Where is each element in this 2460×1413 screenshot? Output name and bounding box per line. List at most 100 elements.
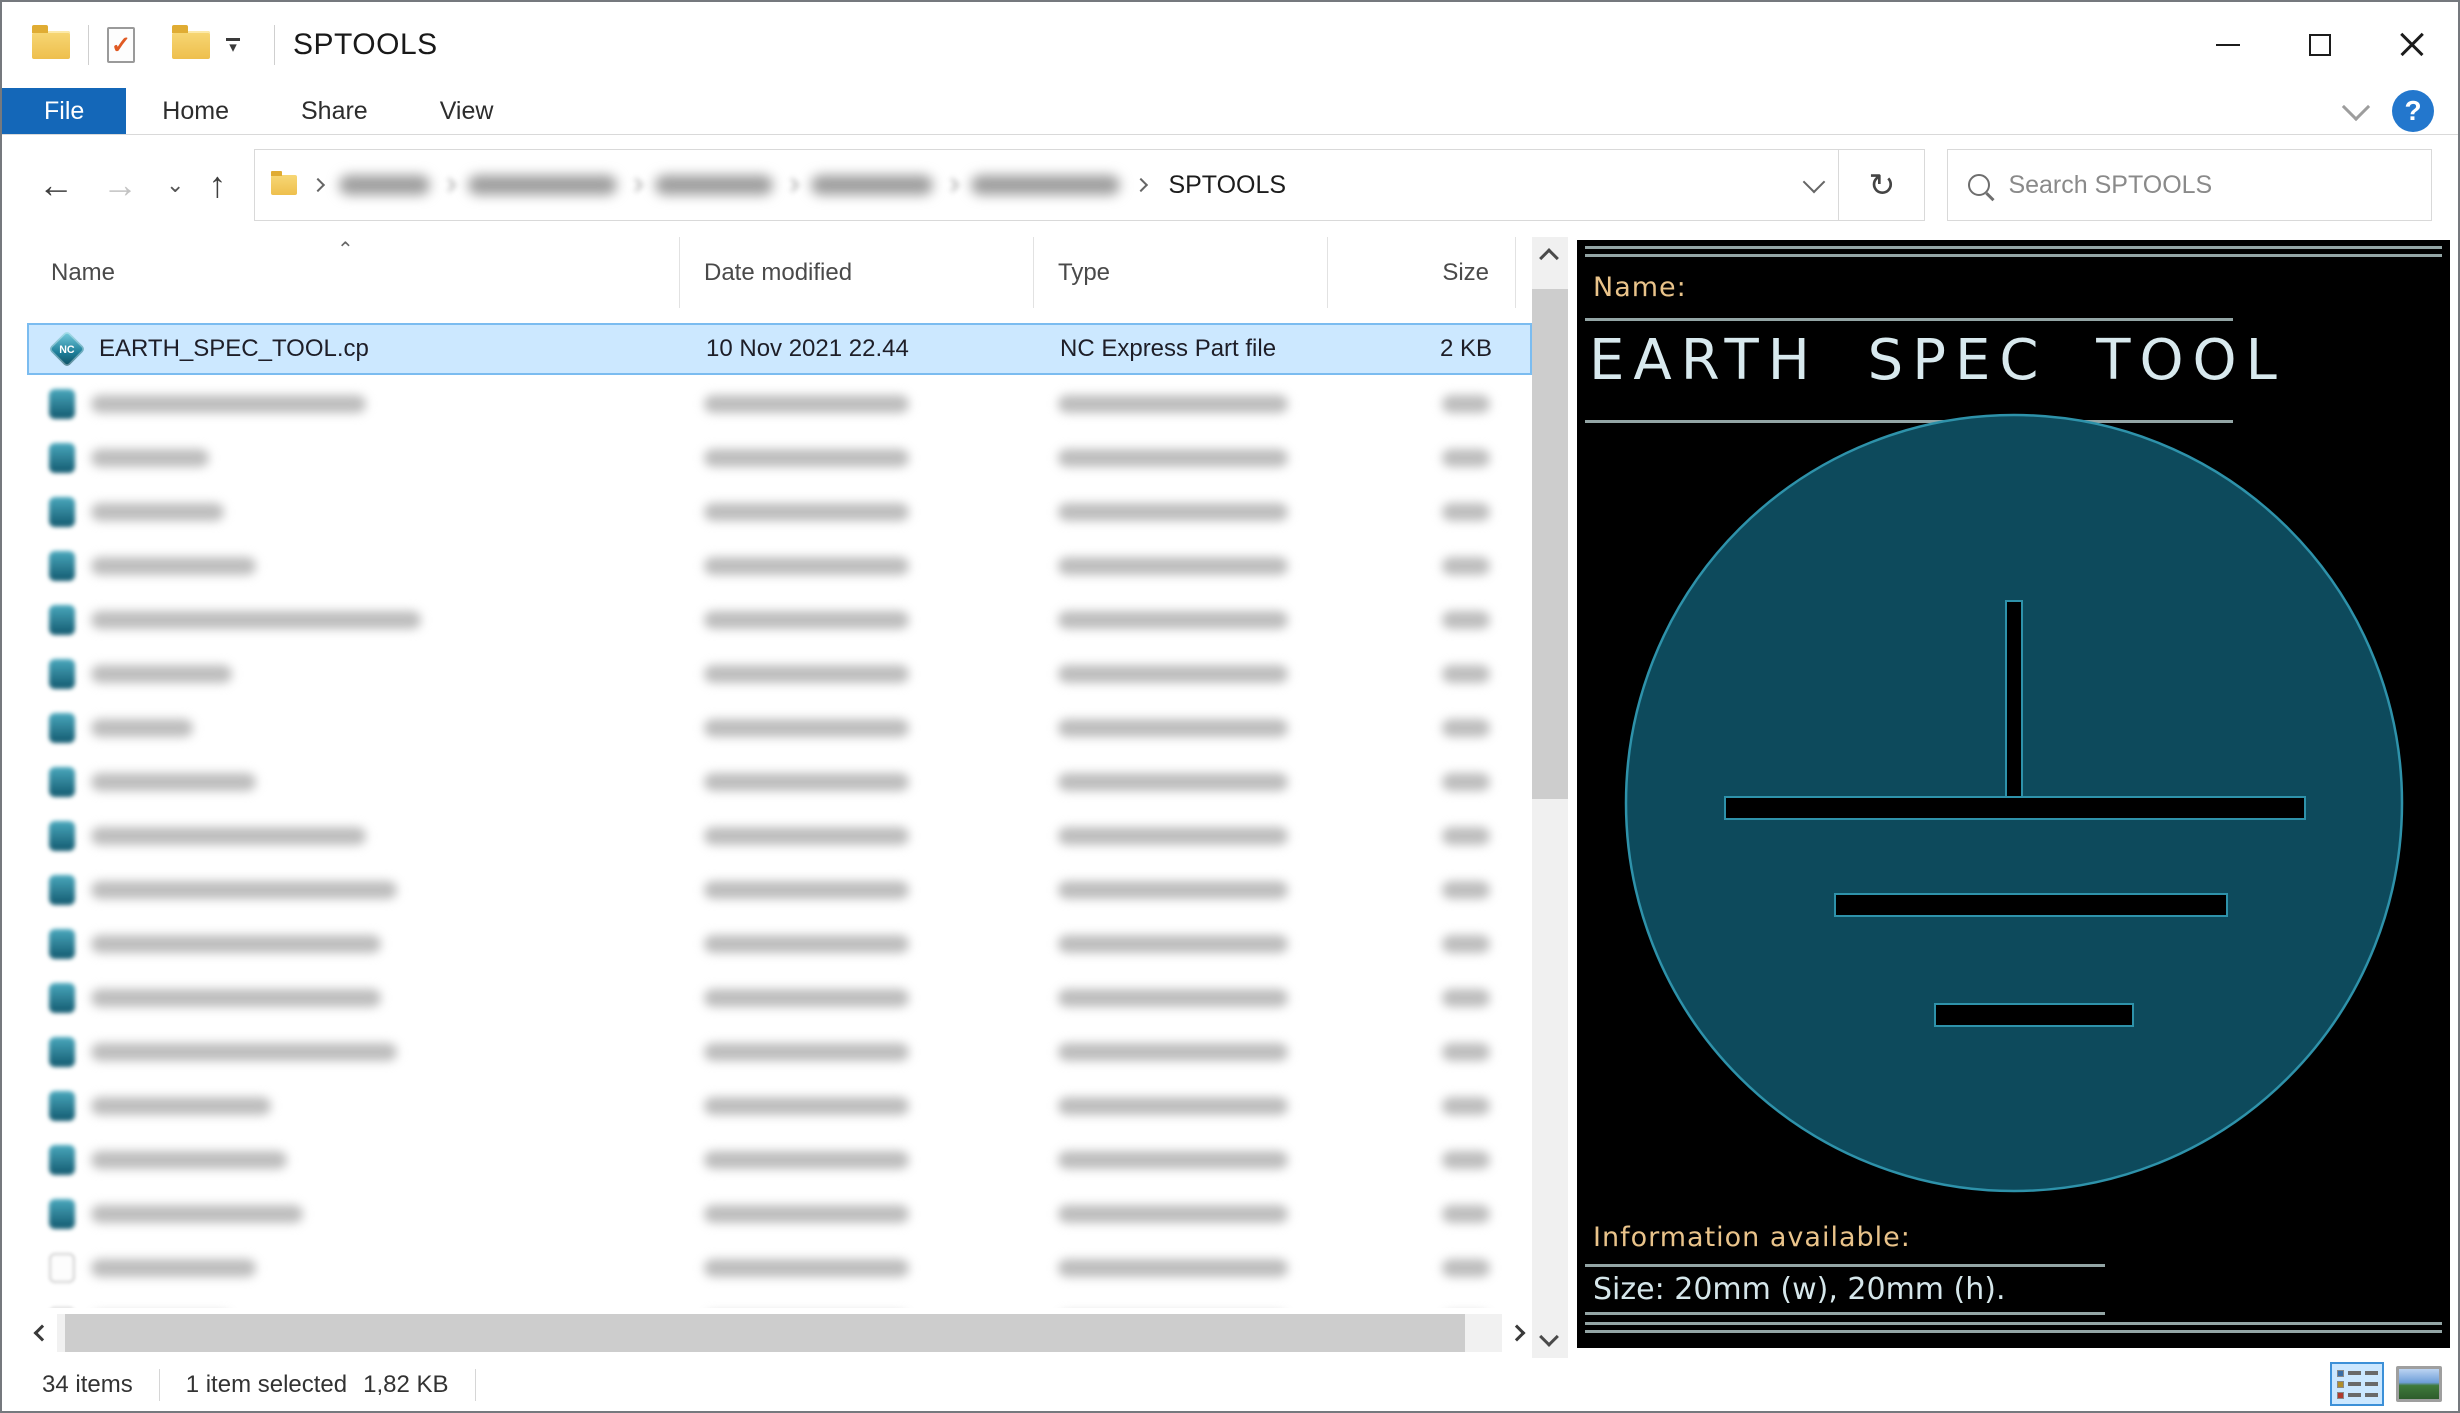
selected-file-row[interactable]: NC EARTH_SPEC_TOOL.cp 10 Nov 2021 22.44 … [27,323,1532,375]
minimize-button[interactable] [2182,2,2274,88]
chevron-down-icon: ▾ [229,38,237,56]
redacted-breadcrumb-segment[interactable] [468,175,618,195]
details-view-button[interactable] [2330,1362,2384,1406]
scroll-up-icon[interactable] [1539,248,1559,268]
file-type-cell [1034,881,1328,899]
redacted-file-date [704,1043,909,1061]
help-button[interactable]: ? [2392,90,2434,132]
breadcrumb-chevron-icon[interactable] [311,177,326,193]
file-icon [49,983,75,1013]
breadcrumb-chevron-icon [945,177,960,193]
close-button[interactable] [2366,2,2458,88]
redacted-file-row[interactable] [27,971,1532,1025]
breadcrumb-current-folder[interactable]: SPTOOLS [1168,171,1286,200]
file-icon [49,767,75,797]
tab-file[interactable]: File [2,88,127,134]
redacted-file-type [1058,1205,1288,1223]
tab-view[interactable]: View [404,88,530,134]
redacted-file-name [91,1259,256,1277]
redacted-file-row[interactable] [27,1187,1532,1241]
back-button[interactable]: ← [38,164,74,206]
address-bar[interactable]: SPTOOLS [254,149,1840,221]
search-box[interactable]: Search SPTOOLS [1947,149,2432,221]
redacted-file-date [704,989,909,1007]
redacted-file-row[interactable] [27,755,1532,809]
symbol-bar-long [1724,796,2306,820]
redacted-file-name [91,503,224,521]
horizontal-scrollbar-thumb[interactable] [65,1314,1465,1352]
redacted-file-name [91,935,381,953]
explorer-window: ✓ ▾ SPTOOLS File Home Share View ? ← → ⌄… [0,0,2460,1413]
file-type-cell [1034,1205,1328,1223]
thumbnail-view-button[interactable] [2392,1362,2446,1406]
breadcrumb-chevron-icon[interactable] [1134,177,1149,193]
file-name-cell [27,1253,680,1283]
file-icon [49,389,75,419]
redacted-file-row[interactable] [27,593,1532,647]
scroll-left-button[interactable] [27,1324,57,1342]
quick-access-properties-icon[interactable]: ✓ [107,27,135,63]
file-date-cell: 10 Nov 2021 22.44 [682,335,1036,363]
preview-size-text: Size: 20mm (w), 20mm (h). [1593,1272,2006,1307]
horizontal-scrollbar-track[interactable] [57,1314,1502,1352]
breadcrumb-chevron-icon [629,177,644,193]
redacted-file-row[interactable] [27,377,1532,431]
redacted-file-row[interactable] [27,1241,1532,1295]
redacted-breadcrumb-segment[interactable] [971,175,1121,195]
up-button[interactable]: ↑ [208,164,226,206]
scroll-right-button[interactable] [1502,1324,1532,1342]
column-header-size[interactable]: Size [1328,237,1516,308]
column-header-type[interactable]: Type [1034,237,1328,308]
file-name-cell [27,497,680,527]
file-type-cell [1034,503,1328,521]
redacted-file-row[interactable] [27,1025,1532,1079]
recent-locations-dropdown[interactable]: ⌄ [166,172,184,198]
navigation-bar: ← → ⌄ ↑ SPTOOLS ↻ Search SPTOOLS [2,135,2458,235]
redacted-file-row[interactable] [27,701,1532,755]
file-list: NC EARTH_SPEC_TOOL.cp 10 Nov 2021 22.44 … [27,323,1532,1308]
file-size-cell [1328,1205,1516,1223]
redacted-file-row[interactable] [27,647,1532,701]
thumbnail-view-icon [2396,1366,2442,1402]
file-icon [49,929,75,959]
quick-access-new-folder-icon[interactable] [172,25,210,59]
horizontal-scrollbar[interactable] [27,1308,1532,1358]
scroll-down-icon[interactable] [1539,1327,1559,1347]
file-name-cell [27,1037,680,1067]
file-type-cell [1034,1043,1328,1061]
redacted-file-row[interactable] [27,1295,1532,1308]
redacted-file-row[interactable] [27,485,1532,539]
vertical-scrollbar-thumb[interactable] [1532,289,1568,799]
column-header-name[interactable]: Name ⌃ [27,237,680,308]
redacted-file-row[interactable] [27,1133,1532,1187]
redacted-file-date [704,935,909,953]
redacted-breadcrumb-segment[interactable] [811,175,934,195]
preview-divider [1585,1264,2105,1267]
tab-share[interactable]: Share [265,88,404,134]
maximize-button[interactable] [2274,2,2366,88]
file-type-cell [1034,1259,1328,1277]
column-label: Name [51,258,116,286]
file-size: 2 KB [1439,335,1492,362]
redacted-file-row[interactable] [27,431,1532,485]
redacted-file-row[interactable] [27,917,1532,971]
file-date-cell [680,395,1034,413]
redacted-file-row[interactable] [27,1079,1532,1133]
redacted-file-row[interactable] [27,809,1532,863]
redacted-file-row[interactable] [27,539,1532,593]
file-date-cell [680,1043,1034,1061]
redacted-file-row[interactable] [27,863,1532,917]
forward-button[interactable]: → [102,164,138,206]
customize-quick-access-dropdown[interactable]: ▾ [226,37,240,56]
file-name-cell [27,1145,680,1175]
column-header-date-modified[interactable]: Date modified [680,237,1034,308]
address-dropdown-chevron-icon[interactable] [1803,170,1826,194]
redacted-breadcrumb-segment[interactable] [655,175,774,195]
tab-home[interactable]: Home [126,88,265,134]
redacted-breadcrumb-segment[interactable] [339,175,431,195]
file-date-cell [680,1151,1034,1169]
file-type-cell [1034,935,1328,953]
vertical-scrollbar[interactable] [1532,237,1568,1358]
refresh-button[interactable]: ↻ [1839,149,1926,221]
minimize-ribbon-chevron-icon[interactable] [2341,92,2371,122]
